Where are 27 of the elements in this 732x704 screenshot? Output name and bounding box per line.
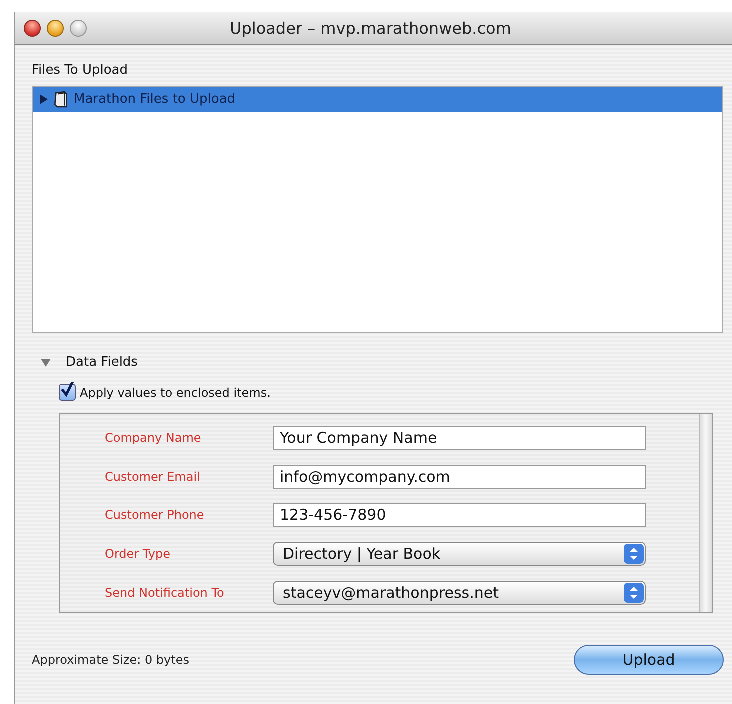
field-label: Customer Email <box>104 470 202 484</box>
file-row[interactable]: Marathon Files to Upload <box>33 87 722 112</box>
section-label: Data Fields <box>66 355 138 370</box>
input-field[interactable]: Your Company Name <box>273 426 646 450</box>
close-button[interactable] <box>24 20 41 36</box>
disclosure-icon[interactable] <box>41 358 51 368</box>
input-field[interactable]: info@mycompany.com <box>273 464 646 489</box>
stepper-arrows-icon <box>624 544 644 564</box>
field-label: Company Name <box>104 431 202 446</box>
upload-button[interactable]: Upload <box>574 645 724 675</box>
window-title: Uploader – mvp.marathonweb.com <box>230 18 512 38</box>
status-text: Approximate Size: 0 bytes <box>32 653 190 667</box>
section-label: Files To Upload <box>32 63 130 78</box>
popup-menu[interactable]: Directory | Year Book <box>273 542 646 566</box>
stepper-arrows-icon <box>624 582 644 603</box>
popup-menu[interactable]: staceyv@marathonpress.net <box>273 580 646 605</box>
checkbox[interactable] <box>59 384 76 401</box>
folder-icon <box>53 91 70 108</box>
zoom-button[interactable] <box>70 20 87 36</box>
field-label: Send Notification To <box>104 586 226 600</box>
field-label: Customer Phone <box>104 508 206 522</box>
input-field[interactable]: 123-456-7890 <box>273 503 646 528</box>
field-label: Order Type <box>104 547 172 562</box>
checkbox-label: Apply values to enclosed items. <box>80 386 271 400</box>
minimize-button[interactable] <box>47 20 64 36</box>
scroll-bar[interactable] <box>699 414 712 612</box>
disclosure-icon[interactable] <box>39 94 49 105</box>
